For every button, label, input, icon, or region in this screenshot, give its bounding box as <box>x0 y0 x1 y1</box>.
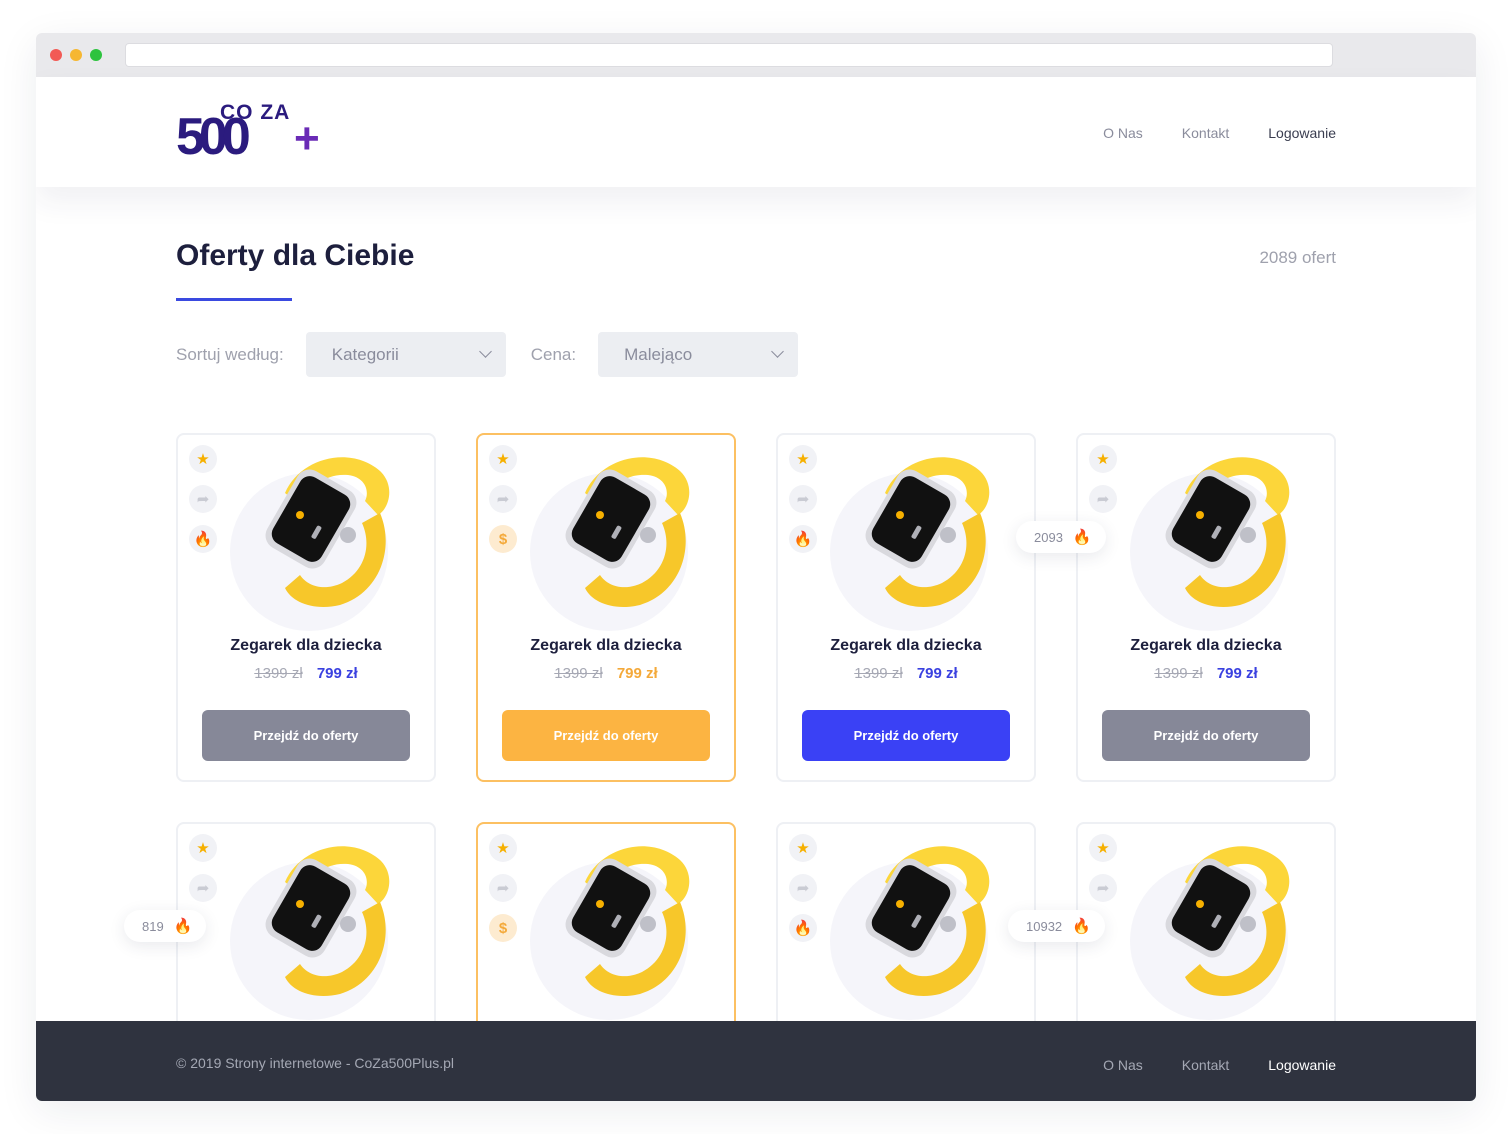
site-footer: © 2019 Strony internetowe - CoZa500Plus.… <box>36 1021 1476 1101</box>
hot-count-badge: 819 🔥 <box>124 910 207 942</box>
share-icon[interactable]: ➦ <box>489 874 517 902</box>
product-image[interactable] <box>530 453 695 631</box>
star-icon[interactable]: ★ <box>1089 445 1117 473</box>
close-window-dot[interactable] <box>50 49 62 61</box>
nav-link-kontakt[interactable]: Kontakt <box>1182 125 1229 141</box>
star-icon[interactable]: ★ <box>189 834 217 862</box>
star-icon[interactable]: ★ <box>189 445 217 473</box>
offer-card[interactable]: ★ ➦ Zegarek dla dziecka 1399 zł 799 zł P… <box>1076 433 1336 782</box>
offer-card[interactable]: ★ ➦ 🔥 Zegarek dla dziecka 1399 zł 799 zł… <box>176 433 436 782</box>
star-icon[interactable]: ★ <box>1089 834 1117 862</box>
browser-window: CO ZA 500 + O Nas Kontakt Logowanie Ofer… <box>36 33 1476 1101</box>
share-icon[interactable]: ➦ <box>189 874 217 902</box>
offer-card[interactable]: ★ ➦ $ Zegarek dla dziecka 1399 zł 799 zł… <box>476 433 736 782</box>
product-image[interactable] <box>830 842 995 1020</box>
fire-icon: 🔥 <box>1072 918 1091 935</box>
price-label: Cena: <box>530 344 577 364</box>
dollar-icon[interactable]: $ <box>489 914 517 942</box>
fire-icon[interactable]: 🔥 <box>189 525 217 553</box>
footer-link-logowanie[interactable]: Logowanie <box>1268 1057 1336 1073</box>
minimize-window-dot[interactable] <box>70 49 82 61</box>
maximize-window-dot[interactable] <box>90 49 102 61</box>
fire-icon[interactable]: 🔥 <box>789 914 817 942</box>
product-prices: 1399 zł 799 zł <box>778 665 1034 682</box>
new-price: 799 zł <box>616 665 658 682</box>
hot-count-badge: 10932 🔥 <box>1008 910 1105 942</box>
old-price: 1399 zł <box>854 665 903 682</box>
chevron-down-icon <box>478 345 492 358</box>
star-icon[interactable]: ★ <box>789 834 817 862</box>
site-header: CO ZA 500 + O Nas Kontakt Logowanie <box>36 77 1476 187</box>
nav-link-logowanie[interactable]: Logowanie <box>1268 125 1336 141</box>
nav-link-o-nas[interactable]: O Nas <box>1103 125 1143 141</box>
chevron-down-icon <box>771 345 784 358</box>
go-to-offer-button[interactable]: Przejdź do oferty <box>202 710 410 761</box>
address-bar[interactable] <box>125 43 1333 67</box>
product-name[interactable]: Zegarek dla dziecka <box>1078 637 1334 655</box>
star-icon[interactable]: ★ <box>789 445 817 473</box>
go-to-offer-button[interactable]: Przejdź do oferty <box>502 710 710 761</box>
old-price: 1399 zł <box>254 665 303 682</box>
dollar-icon[interactable]: $ <box>489 525 517 553</box>
title-underline <box>176 298 292 301</box>
product-image[interactable] <box>230 453 395 631</box>
new-price: 799 zł <box>1216 665 1258 682</box>
share-icon[interactable]: ➦ <box>1089 485 1117 513</box>
go-to-offer-button[interactable]: Przejdź do oferty <box>802 710 1010 761</box>
main-nav: O Nas Kontakt Logowanie <box>1103 125 1336 141</box>
footer-link-kontakt[interactable]: Kontakt <box>1182 1057 1229 1073</box>
footer-copyright: © 2019 Strony internetowe - CoZa500Plus.… <box>176 1055 455 1071</box>
site-logo[interactable]: CO ZA 500 + <box>176 97 336 169</box>
go-to-offer-button[interactable]: Przejdź do oferty <box>1102 710 1310 761</box>
hot-count: 10932 <box>1026 918 1063 934</box>
sort-label: Sortuj według: <box>176 344 284 364</box>
product-image[interactable] <box>530 842 695 1020</box>
logo-number: 500 <box>176 108 251 166</box>
product-name[interactable]: Zegarek dla dziecka <box>478 637 734 655</box>
product-image[interactable] <box>830 453 995 631</box>
sort-select[interactable]: Kategorii <box>305 332 506 377</box>
offer-card[interactable]: ★ ➦ 🔥 Zegarek dla dziecka 1399 zł 799 zł… <box>776 433 1036 782</box>
product-image[interactable] <box>1130 453 1295 631</box>
sort-select-value: Kategorii <box>331 344 399 364</box>
product-prices: 1399 zł 799 zł <box>1078 665 1334 682</box>
hot-count: 2093 <box>1034 529 1063 545</box>
product-name[interactable]: Zegarek dla dziecka <box>778 637 1034 655</box>
share-icon[interactable]: ➦ <box>1089 874 1117 902</box>
price-select-value: Malejąco <box>624 344 693 364</box>
fire-icon[interactable]: 🔥 <box>789 525 817 553</box>
product-image[interactable] <box>230 842 395 1020</box>
new-price: 799 zł <box>316 665 358 682</box>
price-select[interactable]: Malejąco <box>598 332 799 377</box>
old-price: 1399 zł <box>1154 665 1203 682</box>
footer-link-o-nas[interactable]: O Nas <box>1103 1057 1143 1073</box>
page-title: Oferty dla Ciebie <box>176 239 415 272</box>
product-prices: 1399 zł 799 zł <box>478 665 734 682</box>
browser-chrome <box>36 33 1476 77</box>
product-image[interactable] <box>1130 842 1295 1020</box>
offers-count: 2089 ofert <box>1259 248 1336 267</box>
filters-bar: Sortuj według: Kategorii Cena: Malejąco <box>176 332 823 377</box>
new-price: 799 zł <box>916 665 958 682</box>
footer-nav: O Nas Kontakt Logowanie <box>1103 1057 1336 1073</box>
fire-icon: 🔥 <box>173 918 193 935</box>
star-icon[interactable]: ★ <box>489 445 517 473</box>
hot-count-badge: 2093 🔥 <box>1016 521 1106 553</box>
hot-count: 819 <box>142 918 164 934</box>
share-icon[interactable]: ➦ <box>189 485 217 513</box>
product-prices: 1399 zł 799 zł <box>178 665 434 682</box>
product-name[interactable]: Zegarek dla dziecka <box>178 637 434 655</box>
share-icon[interactable]: ➦ <box>789 874 817 902</box>
star-icon[interactable]: ★ <box>489 834 517 862</box>
logo-plus: + <box>294 114 320 163</box>
share-icon[interactable]: ➦ <box>489 485 517 513</box>
old-price: 1399 zł <box>554 665 603 682</box>
share-icon[interactable]: ➦ <box>789 485 817 513</box>
fire-icon: 🔥 <box>1072 529 1092 546</box>
